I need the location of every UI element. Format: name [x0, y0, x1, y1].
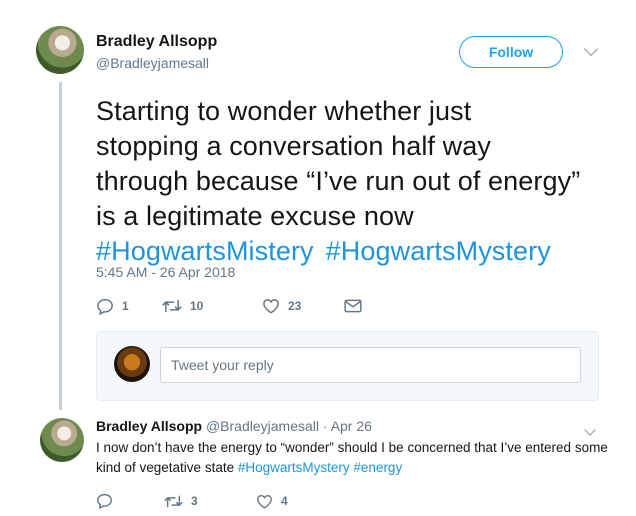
- like-count: 23: [288, 299, 302, 313]
- dm-action[interactable]: [344, 299, 362, 313]
- envelope-icon: [344, 299, 362, 313]
- author-name[interactable]: Bradley Allsopp: [96, 33, 217, 51]
- reply-action[interactable]: 1: [96, 298, 162, 315]
- reply-input[interactable]: Tweet your reply: [160, 347, 581, 383]
- follow-button[interactable]: Follow: [459, 36, 563, 68]
- like-action[interactable]: 4: [256, 494, 288, 509]
- reply-author-avatar[interactable]: [40, 418, 84, 462]
- retweet-count: 10: [190, 299, 204, 313]
- heart-icon: [257, 494, 272, 509]
- hashtag-link[interactable]: #HogwartsMystery: [326, 236, 551, 266]
- reply-tweet-actions: 3 4: [96, 492, 288, 510]
- reply-text: I now don’t have the energy to “wonder” …: [96, 438, 616, 478]
- hashtag-link[interactable]: #HogwartsMystery: [238, 460, 350, 475]
- reply-text-part: I now don’t have the energy to “wonder” …: [96, 440, 572, 455]
- retweet-count: 3: [191, 494, 198, 508]
- tweet-text-line: Starting to wonder whether just: [96, 96, 472, 126]
- tweet-actions: 1 10 23: [96, 296, 362, 316]
- retweet-action[interactable]: 10: [162, 298, 262, 314]
- hashtag-link[interactable]: #energy: [353, 460, 402, 475]
- heart-icon: [263, 299, 279, 314]
- reply-icon: [97, 493, 112, 509]
- hashtag-link[interactable]: #HogwartsMistery: [96, 236, 314, 266]
- tweet-timestamp[interactable]: 5:45 AM - 26 Apr 2018: [96, 264, 235, 280]
- tweet-text: Starting to wonder whether just stopping…: [96, 94, 616, 269]
- tweet-text-line: stopping a conversation half way: [96, 131, 491, 161]
- author-handle[interactable]: @Bradleyjamesall: [96, 55, 209, 71]
- reply-action[interactable]: [96, 493, 164, 509]
- reply-date[interactable]: Apr 26: [331, 418, 372, 434]
- reply-header: Bradley Allsopp @Bradleyjamesall · Apr 2…: [96, 418, 372, 434]
- reply-count: 1: [122, 299, 129, 313]
- chevron-down-icon[interactable]: [584, 424, 596, 436]
- separator-dot: ·: [322, 418, 328, 434]
- chevron-down-icon[interactable]: [583, 41, 599, 57]
- retweet-icon: [164, 495, 183, 507]
- tweet-text-line: through because “I’ve run out of energy”: [96, 166, 581, 196]
- like-count: 4: [281, 494, 288, 508]
- tweet-text-line: is a legitimate excuse now: [96, 201, 414, 231]
- retweet-icon: [162, 299, 182, 313]
- author-avatar[interactable]: [36, 26, 84, 74]
- reply-author-handle[interactable]: @Bradleyjamesall: [206, 418, 319, 434]
- reply-icon: [97, 298, 113, 315]
- thread-connector-line: [59, 82, 62, 410]
- current-user-avatar: [114, 346, 150, 382]
- like-action[interactable]: 23: [262, 298, 344, 314]
- retweet-action[interactable]: 3: [164, 494, 256, 509]
- reply-author-name[interactable]: Bradley Allsopp: [96, 418, 202, 434]
